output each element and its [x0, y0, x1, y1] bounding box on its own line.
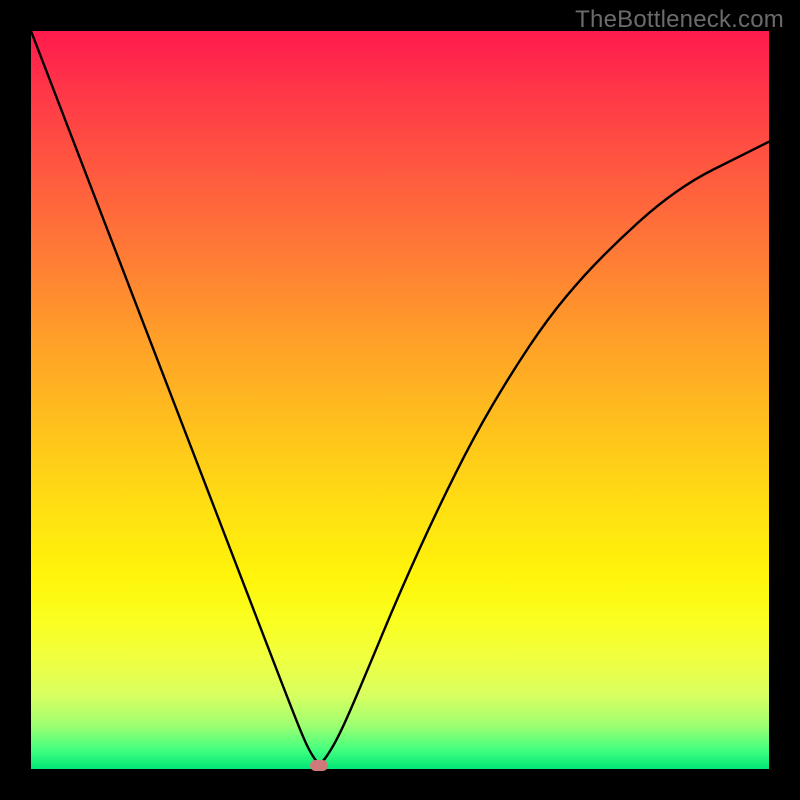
chart-frame: TheBottleneck.com [0, 0, 800, 800]
bottleneck-curve [31, 31, 769, 769]
plot-area [31, 31, 769, 769]
sweet-spot-marker [310, 760, 328, 771]
watermark-text: TheBottleneck.com [575, 6, 784, 34]
